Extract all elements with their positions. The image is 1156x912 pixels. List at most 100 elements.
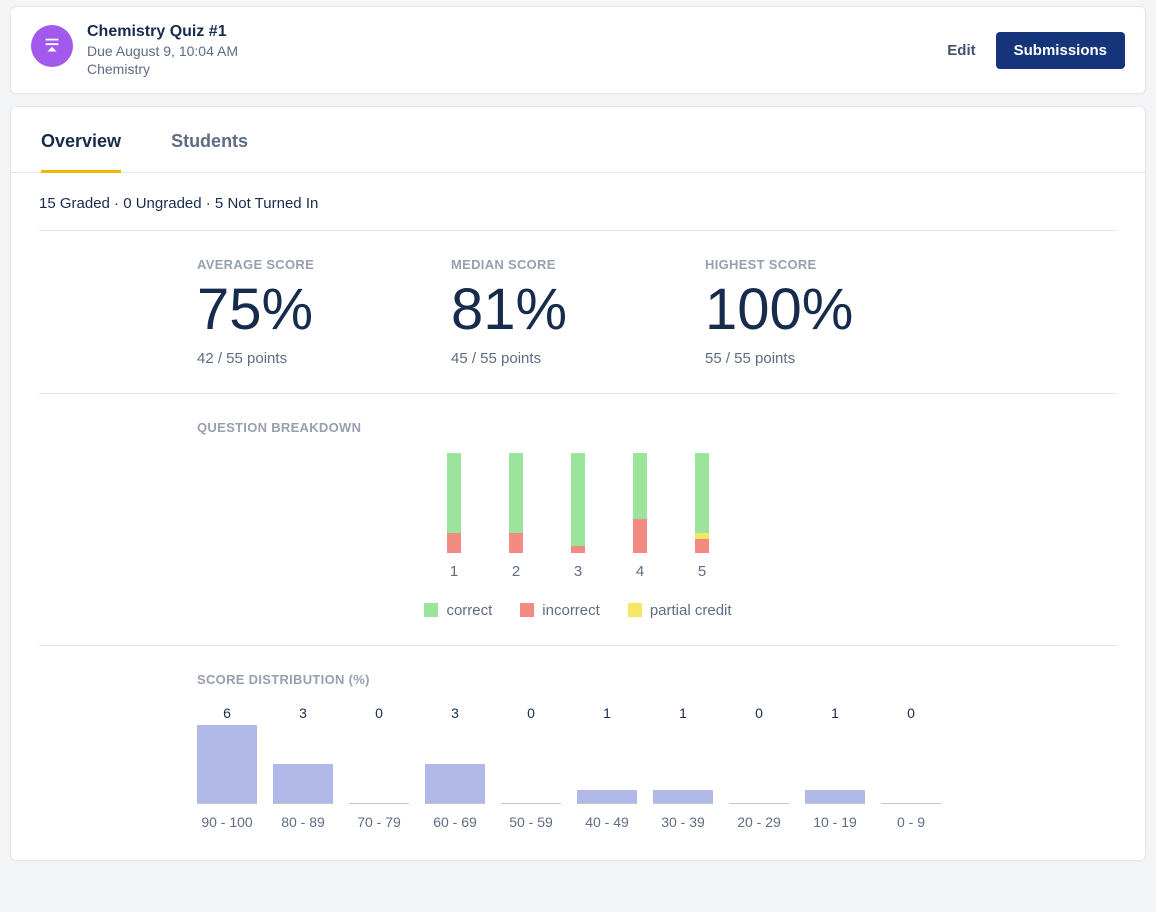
dist-count: 0 [907,705,915,721]
average-score-points: 42 / 55 points [197,350,451,367]
dist-label: 90 - 100 [201,814,252,830]
dist-label: 40 - 49 [585,814,629,830]
qb-seg-correct [695,453,709,533]
assignment-header: Chemistry Quiz #1 Due August 9, 10:04 AM… [10,6,1146,94]
dist-baseline [349,803,409,804]
qb-seg-correct [447,453,461,533]
grading-status: 15 Graded · 0 Ungraded · 5 Not Turned In [39,195,1117,231]
median-score-value: 81% [451,278,705,342]
qb-col: 2 [509,453,523,580]
submissions-button[interactable]: Submissions [996,32,1125,69]
legend-correct-label: correct [446,602,492,619]
dist-bar [577,790,637,803]
legend-correct: correct [424,602,492,619]
dist-count: 3 [451,705,459,721]
tabs: Overview Students [11,107,1145,173]
dist-baseline [653,803,713,804]
dist-count: 1 [679,705,687,721]
average-score-label: AVERAGE SCORE [197,257,451,272]
highest-score-label: HIGHEST SCORE [705,257,959,272]
dist-count: 1 [603,705,611,721]
legend-partial: partial credit [628,602,732,619]
legend-incorrect: incorrect [520,602,600,619]
qb-seg-incorrect [633,519,647,552]
question-breakdown-chart: 12345 [197,453,959,580]
qb-col: 3 [571,453,585,580]
dist-bar-wrap [577,725,637,803]
dist-col: 3 60 - 69 [425,705,485,830]
score-distribution-chart: 690 - 100380 - 89070 - 79360 - 69050 - 5… [197,705,959,830]
qb-bar [695,453,709,553]
dist-bar-wrap [729,725,789,803]
median-score-label: MEDIAN SCORE [451,257,705,272]
qb-col: 1 [447,453,461,580]
dist-bar-wrap [273,725,333,803]
dist-label: 70 - 79 [357,814,401,830]
qb-label: 5 [698,563,706,580]
dist-bar [805,790,865,803]
assignment-subject: Chemistry [87,61,238,77]
assignment-title: Chemistry Quiz #1 [87,23,238,41]
qb-seg-correct [633,453,647,520]
dist-label: 0 - 9 [897,814,925,830]
legend-incorrect-label: incorrect [542,602,600,619]
dist-baseline [501,803,561,804]
dist-count: 0 [755,705,763,721]
qb-seg-correct [509,453,523,533]
question-breakdown-title: QUESTION BREAKDOWN [197,420,959,435]
dist-label: 50 - 59 [509,814,553,830]
median-score: MEDIAN SCORE 81% 45 / 55 points [451,257,705,367]
dist-label: 80 - 89 [281,814,325,830]
swatch-partial [628,603,642,617]
dist-col: 110 - 19 [805,705,865,830]
dist-bar-wrap [881,725,941,803]
dist-col: 1 40 - 49 [577,705,637,830]
qb-label: 1 [450,563,458,580]
score-distribution-section: SCORE DISTRIBUTION (%) 690 - 100380 - 89… [39,646,1117,830]
qb-label: 2 [512,563,520,580]
dist-bar-wrap [501,725,561,803]
dist-col: 1 30 - 39 [653,705,713,830]
qb-seg-incorrect [447,533,461,553]
dist-baseline [881,803,941,804]
dist-bar [197,725,257,803]
dist-col: 0 0 - 9 [881,705,941,830]
question-breakdown-section: QUESTION BREAKDOWN 12345 correct incorre… [39,394,1117,646]
dist-col: 070 - 79 [349,705,409,830]
tab-overview[interactable]: Overview [41,107,121,173]
average-score-value: 75% [197,278,451,342]
dist-bar-wrap [425,725,485,803]
dist-col: 020 - 29 [729,705,789,830]
dist-baseline [577,803,637,804]
dist-bar-wrap [653,725,713,803]
dist-count: 0 [527,705,535,721]
qb-bar [571,453,585,553]
qb-seg-partial [695,533,709,540]
highest-score-value: 100% [705,278,959,342]
dist-col: 0 50 - 59 [501,705,561,830]
dist-bar [653,790,713,803]
qb-seg-incorrect [509,533,523,553]
quiz-type-icon [31,25,73,67]
dist-col: 690 - 100 [197,705,257,830]
dist-bar-wrap [197,725,257,803]
dist-bar [425,764,485,803]
qb-label: 3 [574,563,582,580]
qb-seg-incorrect [571,546,585,553]
dist-baseline [197,803,257,804]
dist-bar-wrap [805,725,865,803]
dist-label: 60 - 69 [433,814,477,830]
score-summary: AVERAGE SCORE 75% 42 / 55 points MEDIAN … [39,231,1117,394]
dist-label: 30 - 39 [661,814,705,830]
dist-col: 380 - 89 [273,705,333,830]
qb-bar [447,453,461,553]
assignment-due: Due August 9, 10:04 AM [87,43,238,59]
highest-score: HIGHEST SCORE 100% 55 / 55 points [705,257,959,367]
qb-seg-incorrect [695,539,709,552]
swatch-incorrect [520,603,534,617]
question-breakdown-legend: correct incorrect partial credit [197,602,959,619]
tab-students[interactable]: Students [171,107,248,173]
edit-button[interactable]: Edit [947,42,975,59]
qb-bar [633,453,647,553]
dist-baseline [273,803,333,804]
